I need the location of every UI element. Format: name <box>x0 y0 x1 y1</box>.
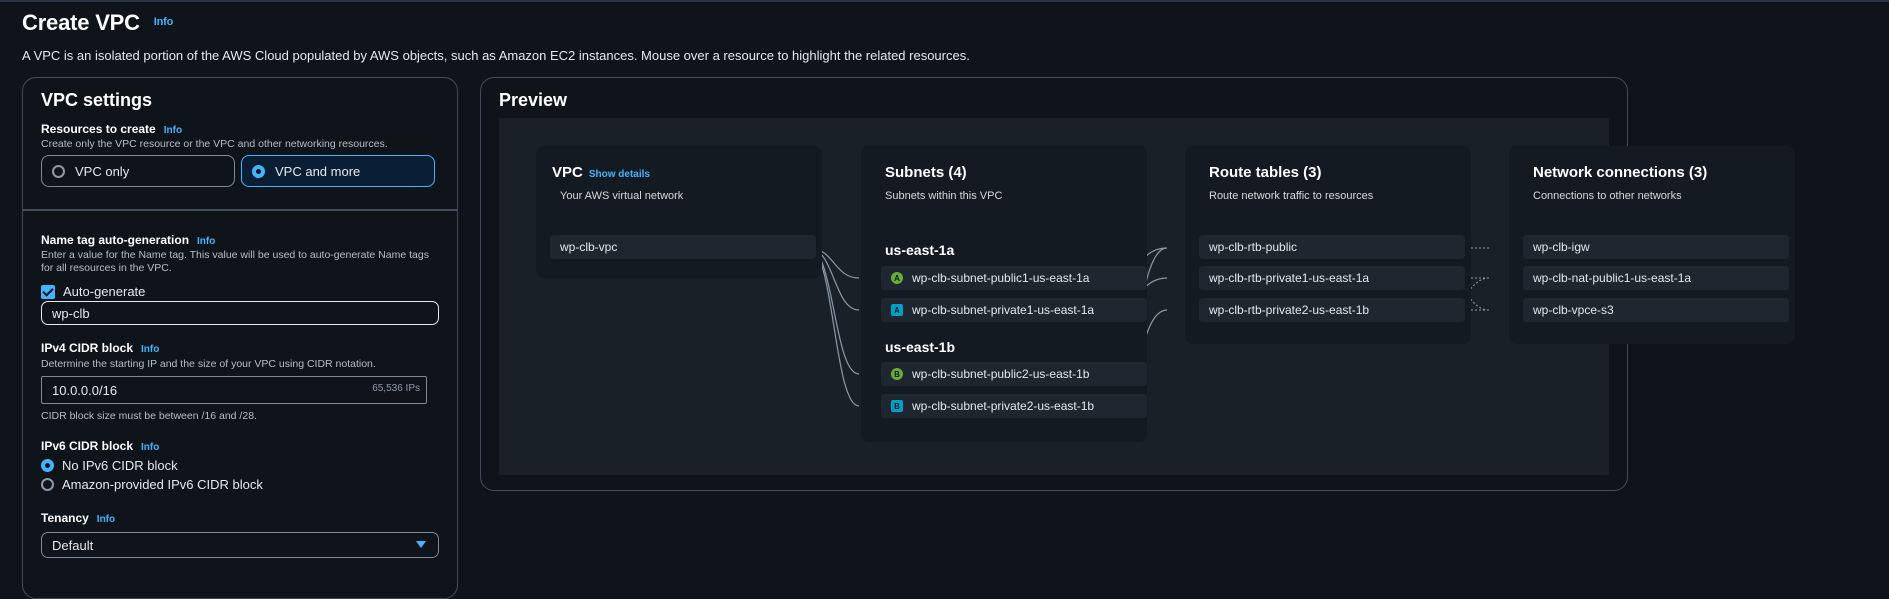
private-subnet-icon: B <box>891 400 903 412</box>
ipv6-label: IPv6 CIDR block Info <box>41 439 159 453</box>
az-label: us-east-1a <box>885 242 955 258</box>
ipv4-constraint: CIDR block size must be between /16 and … <box>41 410 257 422</box>
preview-panel: Preview VPC Show details Your AWS virtua… <box>480 77 1795 491</box>
route-table-name: wp-clb-rtb-private1-us-east-1a <box>1209 271 1370 285</box>
no-ipv6-radio[interactable] <box>41 459 54 472</box>
caret-down-icon <box>416 541 426 548</box>
subnets-column-subtitle: Subnets within this VPC <box>885 190 1003 202</box>
network-connections-subtitle: Connections to other networks <box>1533 190 1682 202</box>
name-tag-info-link[interactable]: Info <box>197 236 215 247</box>
vpc-only-option[interactable]: VPC only <box>41 155 235 187</box>
network-connection-name: wp-clb-nat-public1-us-east-1a <box>1533 271 1692 285</box>
public-subnet-icon: B <box>891 368 903 380</box>
network-connection-item[interactable]: wp-clb-vpce-s3 <box>1523 298 1789 322</box>
vpc-column-title: VPC Show details <box>552 164 650 181</box>
page-title-text: Create VPC <box>22 10 140 35</box>
no-ipv6-option[interactable]: No IPv6 CIDR block <box>41 458 178 473</box>
tenancy-select[interactable]: Default <box>41 532 439 558</box>
tenancy-label: Tenancy Info <box>41 511 115 525</box>
route-table-item[interactable]: wp-clb-rtb-public <box>1199 235 1465 259</box>
section-divider <box>23 209 457 211</box>
route-table-item[interactable]: wp-clb-rtb-private1-us-east-1a <box>1199 266 1465 290</box>
preview-canvas: VPC Show details Your AWS virtual network… <box>499 118 1795 475</box>
tenancy-value: Default <box>52 537 94 553</box>
ipv4-hint: Determine the starting IP and the size o… <box>41 358 376 370</box>
page-title: Create VPC Info <box>22 10 173 36</box>
route-table-name: wp-clb-rtb-private2-us-east-1b <box>1209 303 1370 317</box>
private-subnet-icon: A <box>891 304 903 316</box>
page-info-link[interactable]: Info <box>154 16 174 28</box>
vpc-and-more-label: VPC and more <box>275 163 361 179</box>
subnet-item[interactable]: B wp-clb-subnet-public2-us-east-1b <box>881 362 1147 386</box>
show-details-link[interactable]: Show details <box>589 169 650 180</box>
page-description: A VPC is an isolated portion of the AWS … <box>22 48 970 63</box>
route-tables-title: Route tables (3) <box>1209 164 1322 181</box>
vpc-column: VPC Show details Your AWS virtual network… <box>536 146 822 278</box>
preview-heading: Preview <box>499 90 568 110</box>
name-tag-label-text: Name tag auto-generation <box>41 233 190 247</box>
ipv4-cidr-value: 10.0.0.0/16 <box>52 382 118 398</box>
ipv4-cidr-input[interactable]: 10.0.0.0/16 65,536 IPs <box>41 376 427 404</box>
public-subnet-icon: A <box>891 272 903 284</box>
route-table-item[interactable]: wp-clb-rtb-private2-us-east-1b <box>1199 298 1465 322</box>
network-connections-title: Network connections (3) <box>1533 164 1708 181</box>
subnet-name: wp-clb-subnet-private1-us-east-1a <box>912 303 1095 317</box>
tenancy-info-link[interactable]: Info <box>97 514 115 525</box>
top-border <box>0 0 1889 2</box>
subnet-item[interactable]: A wp-clb-subnet-private1-us-east-1a <box>881 298 1147 322</box>
amazon-ipv6-label: Amazon-provided IPv6 CIDR block <box>62 477 263 492</box>
az-label: us-east-1b <box>885 339 956 355</box>
route-tables-column: Route tables (3) Route network traffic t… <box>1185 146 1471 344</box>
ipv4-label: IPv4 CIDR block Info <box>41 341 159 355</box>
subnets-column-title: Subnets (4) <box>885 164 967 181</box>
name-tag-label: Name tag auto-generation Info <box>41 233 215 247</box>
vpc-title-text: VPC <box>552 164 583 181</box>
amazon-ipv6-radio[interactable] <box>41 478 54 491</box>
route-table-name: wp-clb-rtb-public <box>1209 240 1298 254</box>
vpc-settings-panel: VPC settings Resources to create Info Cre… <box>22 77 458 599</box>
network-connections-column: Network connections (3) Connections to o… <box>1509 146 1795 344</box>
network-connection-item[interactable]: wp-clb-igw <box>1523 235 1789 259</box>
resources-hint: Create only the VPC resource or the VPC … <box>41 138 388 150</box>
subnet-item[interactable]: B wp-clb-subnet-private2-us-east-1b <box>881 394 1147 418</box>
subnet-name: wp-clb-subnet-private2-us-east-1b <box>912 399 1095 413</box>
network-connection-name: wp-clb-vpce-s3 <box>1533 303 1614 317</box>
vpc-settings-heading: VPC settings <box>41 90 153 110</box>
resources-label: Resources to create Info <box>41 122 182 136</box>
vpc-resource-name: wp-clb-vpc <box>560 240 618 254</box>
tenancy-label-text: Tenancy <box>41 511 89 525</box>
auto-generate-label: Auto-generate <box>63 284 146 299</box>
amazon-ipv6-option[interactable]: Amazon-provided IPv6 CIDR block <box>41 477 263 492</box>
subnet-item[interactable]: A wp-clb-subnet-public1-us-east-1a <box>881 266 1147 290</box>
subnet-name: wp-clb-subnet-public2-us-east-1b <box>912 367 1090 381</box>
vpc-only-label: VPC only <box>75 163 130 179</box>
vpc-and-more-radio[interactable] <box>252 164 265 178</box>
ipv4-label-text: IPv4 CIDR block <box>41 341 134 355</box>
name-tag-input[interactable]: wp-clb <box>41 301 439 325</box>
ipv4-ip-count: 65,536 IPs <box>372 383 420 394</box>
network-connection-item[interactable]: wp-clb-nat-public1-us-east-1a <box>1523 266 1789 290</box>
auto-generate-row[interactable]: Auto-generate <box>41 284 145 299</box>
resources-label-text: Resources to create <box>41 122 156 136</box>
name-tag-hint: Enter a value for the Name tag. This val… <box>41 249 429 274</box>
ipv6-label-text: IPv6 CIDR block <box>41 439 134 453</box>
vpc-resource[interactable]: wp-clb-vpc <box>550 235 816 259</box>
subnets-column: Subnets (4) Subnets within this VPC us-e… <box>861 146 1147 442</box>
vpc-and-more-option[interactable]: VPC and more <box>241 155 435 187</box>
subnet-name: wp-clb-subnet-public1-us-east-1a <box>912 271 1090 285</box>
route-tables-subtitle: Route network traffic to resources <box>1209 190 1374 202</box>
ipv4-info-link[interactable]: Info <box>141 344 159 355</box>
vpc-column-subtitle: Your AWS virtual network <box>560 190 684 202</box>
name-tag-value: wp-clb <box>52 305 90 321</box>
network-connection-name: wp-clb-igw <box>1533 240 1590 254</box>
ipv6-info-link[interactable]: Info <box>141 442 159 453</box>
vpc-only-radio[interactable] <box>52 164 65 178</box>
auto-generate-checkbox[interactable] <box>41 284 55 299</box>
no-ipv6-label: No IPv6 CIDR block <box>62 458 178 473</box>
resources-info-link[interactable]: Info <box>164 125 182 136</box>
